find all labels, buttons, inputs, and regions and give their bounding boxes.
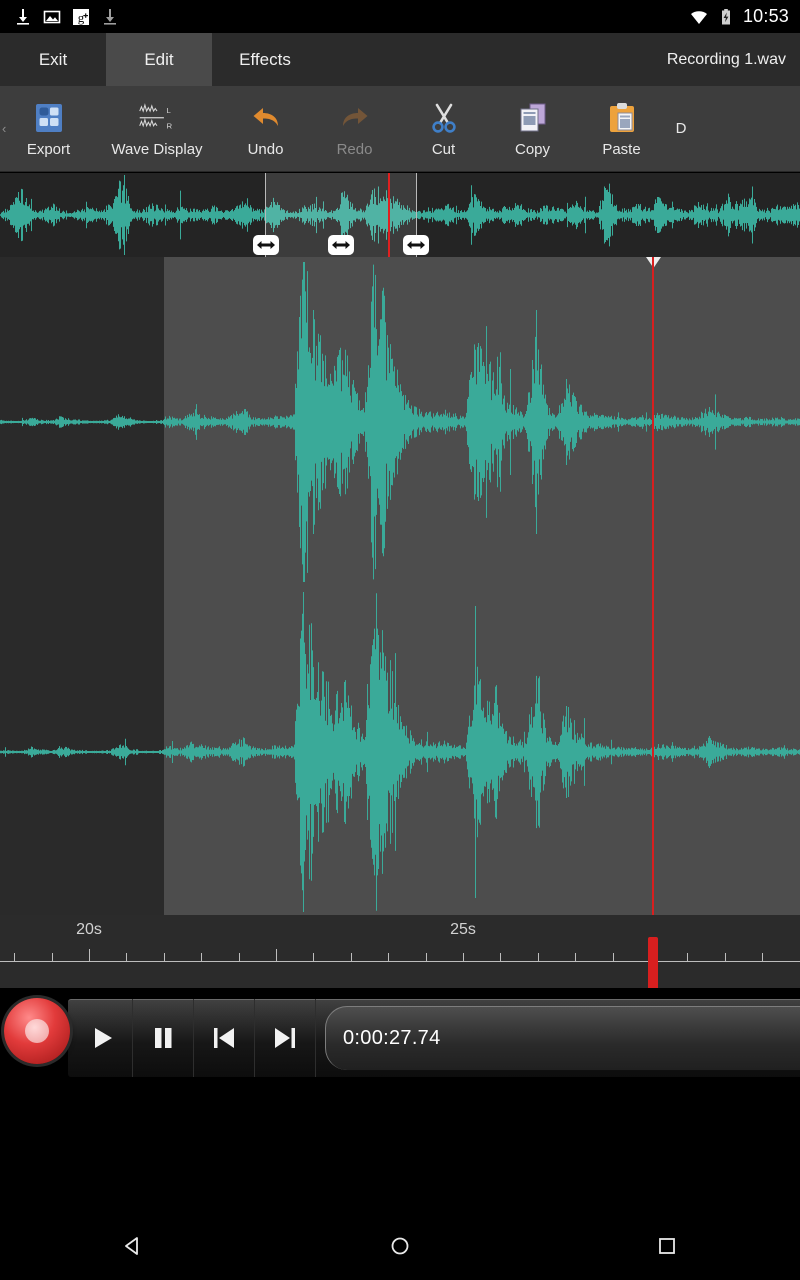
- svg-text:L: L: [167, 106, 172, 115]
- tab-exit[interactable]: Exit: [0, 33, 106, 86]
- export-grid-icon: [30, 99, 68, 137]
- timeline-tick: [126, 953, 127, 962]
- recents-button[interactable]: [632, 1212, 702, 1280]
- edit-toolbar: ‹ Export L R Wave Display Undo Redo Cut …: [0, 86, 800, 172]
- timeline-tick: [613, 953, 614, 962]
- top-tab-bar: Exit Edit Effects Recording 1.wav: [0, 33, 800, 86]
- back-button[interactable]: [98, 1212, 168, 1280]
- toolbar-label-delete: D: [675, 120, 687, 137]
- clipboard-icon: [603, 99, 641, 137]
- toolbar-button-redo[interactable]: Redo: [310, 86, 399, 171]
- svg-text:R: R: [167, 121, 173, 130]
- time-display: 0:00:27.74: [325, 1006, 800, 1070]
- current-time-label: 0:00:27.74: [343, 1027, 441, 1049]
- main-waveform-area[interactable]: [0, 257, 800, 915]
- ad-banner-area: [0, 1080, 800, 1212]
- download-icon: [104, 8, 116, 25]
- timeline-tick: [687, 953, 688, 962]
- timeline-tick: [313, 953, 314, 962]
- timeline-tick: [500, 953, 501, 962]
- copy-documents-icon: [514, 99, 552, 137]
- timeline-playhead-marker[interactable]: [648, 937, 658, 988]
- stereo-waveform-chart: [0, 262, 800, 912]
- redo-arrow-icon: [336, 99, 374, 137]
- toolbar-button-undo[interactable]: Undo: [221, 86, 310, 171]
- android-nav-bar: [0, 1212, 800, 1280]
- status-bar-right-icons: 10:53: [689, 6, 800, 27]
- timeline-tick: [14, 953, 15, 962]
- status-bar-left-icons: g: [0, 7, 120, 27]
- timeline-tick: [351, 953, 352, 962]
- timeline-labels: 20s 25s: [0, 915, 800, 947]
- audio-editor-screen: g 10:53 Exit Edit Effects Recording 1.wa…: [0, 0, 800, 1280]
- skip-next-button[interactable]: [255, 999, 316, 1077]
- timeline-tick: [388, 953, 389, 962]
- toolbar-button-copy[interactable]: Copy: [488, 86, 577, 171]
- timeline-tick: [463, 953, 464, 962]
- toolbar-label-redo: Redo: [336, 141, 373, 158]
- toolbar-button-wave-display[interactable]: L R Wave Display: [93, 86, 221, 171]
- svg-text:g: g: [78, 10, 85, 25]
- toolbar-button-paste[interactable]: Paste: [577, 86, 666, 171]
- selection-end-handle[interactable]: [403, 235, 429, 255]
- undo-arrow-icon: [247, 99, 285, 137]
- skip-previous-button[interactable]: [194, 999, 255, 1077]
- home-button[interactable]: [365, 1212, 435, 1280]
- selection-start-handle[interactable]: [253, 235, 279, 255]
- toolbar-label-wave-display: Wave Display: [111, 141, 203, 158]
- overview-playhead: [388, 173, 390, 257]
- status-bar: g 10:53: [0, 0, 800, 33]
- timeline-tick: [538, 953, 539, 962]
- overview-waveform-strip[interactable]: [0, 173, 800, 257]
- pause-button[interactable]: [133, 999, 194, 1077]
- timeline-tick: [164, 953, 165, 962]
- scissors-icon: [425, 99, 463, 137]
- timeline-label: 20s: [76, 921, 102, 938]
- tab-effects[interactable]: Effects: [212, 33, 318, 86]
- download-icon: [17, 8, 29, 25]
- timeline-tick: [52, 953, 53, 962]
- google-plus-icon: g: [73, 8, 89, 25]
- timeline-tick: [276, 949, 277, 962]
- toolbar-button-cut[interactable]: Cut: [399, 86, 488, 171]
- tab-edit[interactable]: Edit: [106, 33, 212, 86]
- clock-label: 10:53: [742, 6, 789, 26]
- toolbar-button-export[interactable]: Export: [4, 86, 93, 171]
- waveform-playhead: [652, 257, 654, 915]
- timeline-tick: [725, 953, 726, 962]
- record-button[interactable]: [4, 998, 70, 1064]
- battery-charging-icon: [721, 8, 730, 24]
- toolbar-button-delete[interactable]: D: [666, 86, 696, 171]
- selection-move-handle[interactable]: [328, 235, 354, 255]
- timeline-tick: [201, 953, 202, 962]
- toolbar-label-copy: Copy: [514, 141, 551, 158]
- transport-bar: 0:00:27.74: [0, 996, 800, 1080]
- record-dot-icon: [25, 1019, 49, 1043]
- image-icon: [43, 10, 61, 23]
- timeline-tick: [762, 953, 763, 962]
- toolbar-label-export: Export: [26, 141, 71, 158]
- timeline-axis-line: [0, 961, 800, 962]
- timeline-ruler[interactable]: 20s 25s: [0, 915, 800, 988]
- toolbar-label-paste: Paste: [602, 141, 641, 158]
- timeline-tick: [575, 953, 576, 962]
- wifi-icon: [690, 10, 707, 24]
- toolbar-label-undo: Undo: [247, 141, 284, 158]
- timeline-tick: [426, 953, 427, 962]
- timeline-tick: [239, 953, 240, 962]
- toolbar-label-cut: Cut: [431, 141, 456, 158]
- play-button[interactable]: [72, 999, 133, 1077]
- timeline-tick: [89, 949, 90, 962]
- wave-display-icon: L R: [138, 99, 176, 137]
- timeline-label: 25s: [450, 921, 476, 938]
- file-name-label: Recording 1.wav: [666, 50, 786, 68]
